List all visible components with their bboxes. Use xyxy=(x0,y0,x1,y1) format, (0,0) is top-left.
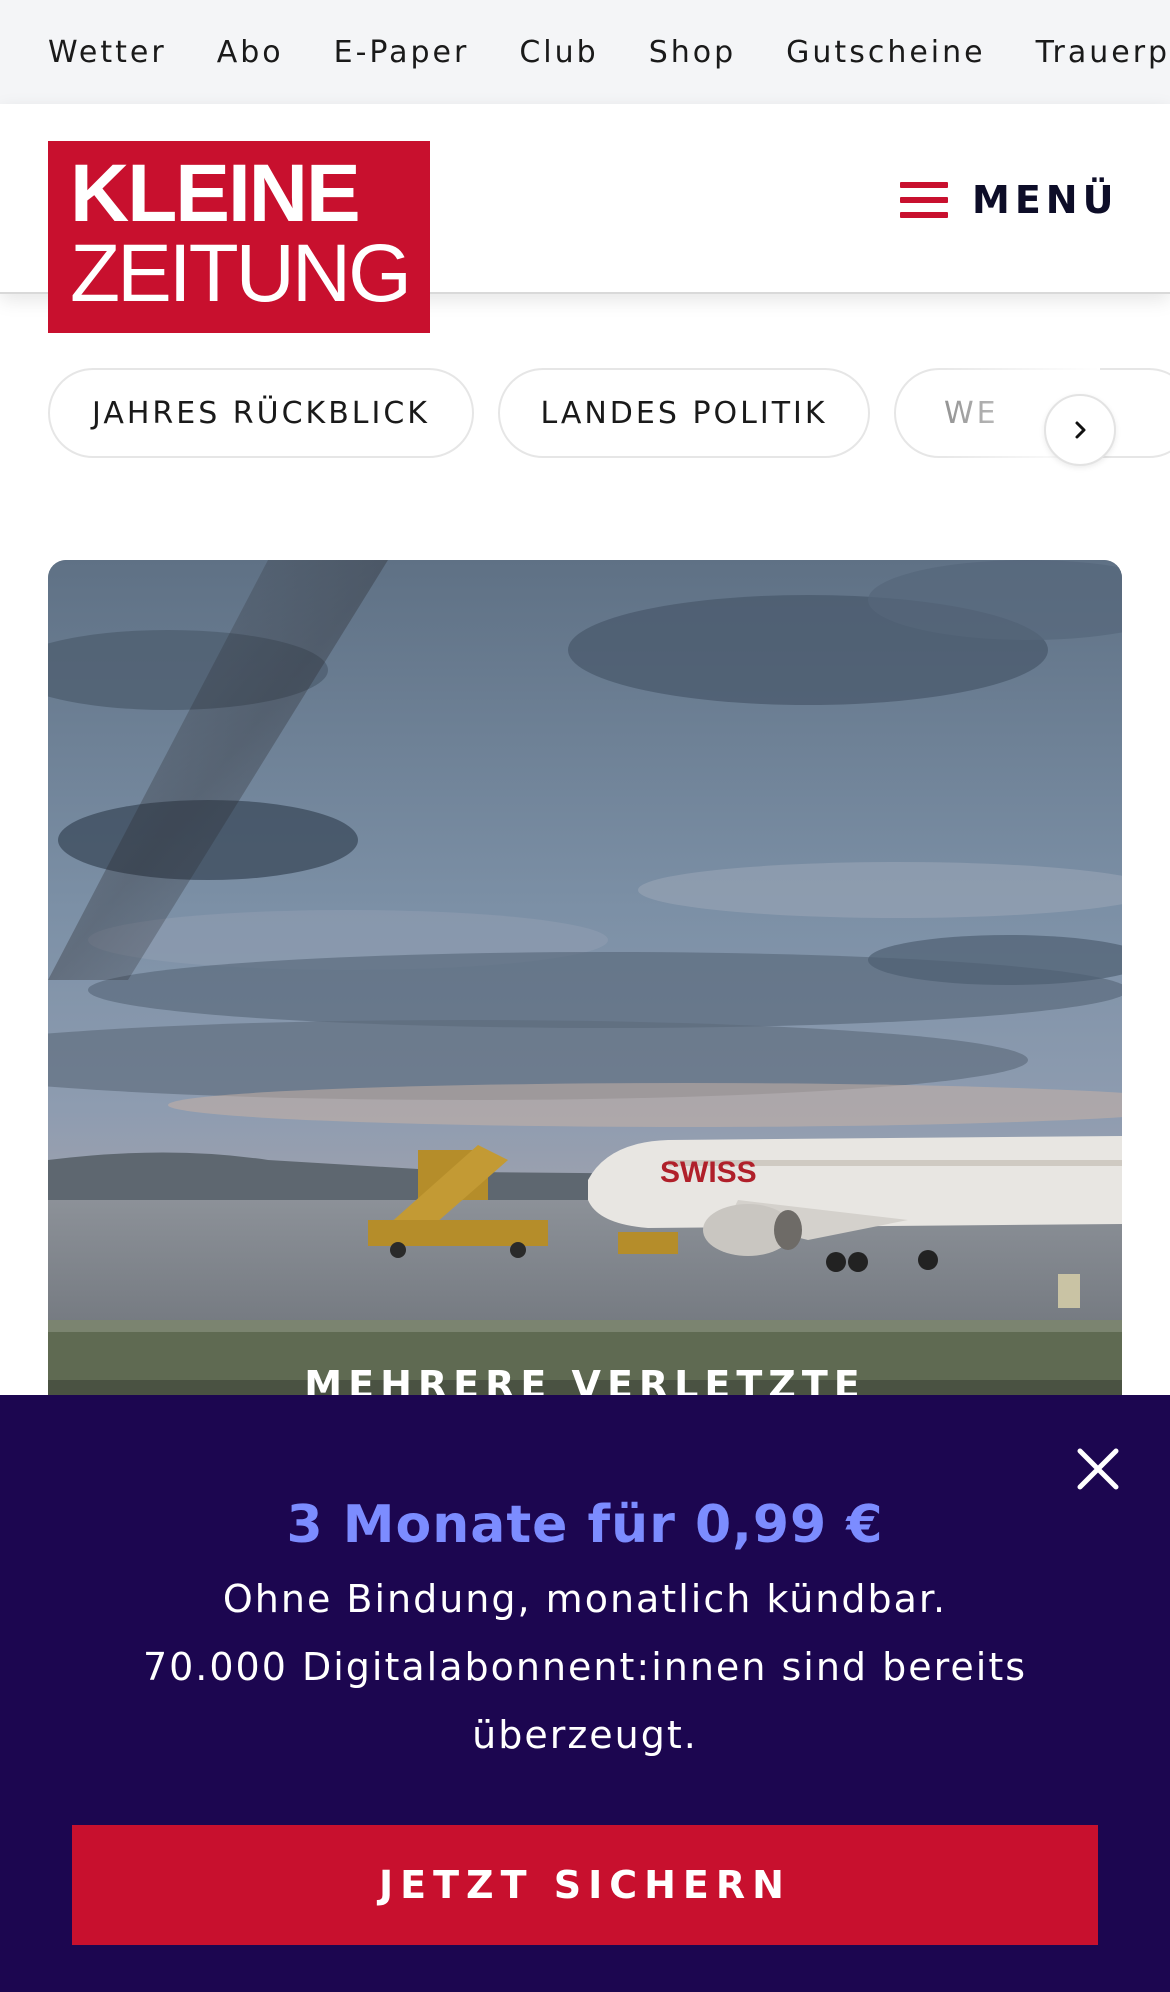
topic-pill-jahresrueckblick[interactable]: JAHRES RÜCKBLICK xyxy=(48,368,474,458)
topic-pills-row: JAHRES RÜCKBLICK LANDES POLITIK WE xyxy=(0,368,1170,460)
promo-text-line1: Ohne Bindung, monatlich kündbar. xyxy=(222,1577,948,1621)
top-nav-item-gutscheine[interactable]: Gutscheine xyxy=(786,35,985,70)
promo-text-line3: überzeugt. xyxy=(472,1713,698,1757)
logo-text-zeitung: ZEITUNG xyxy=(70,228,412,319)
subscribe-now-button[interactable]: JETZT SICHERN xyxy=(72,1825,1098,1945)
topic-pill-label: JAHRES RÜCKBLICK xyxy=(92,395,430,431)
top-utility-nav: Wetter Abo E-Paper Club Shop Gutscheine … xyxy=(0,0,1170,104)
topic-pill-landespolitik[interactable]: LANDES POLITIK xyxy=(498,368,870,458)
top-nav-item-trauerportal[interactable]: Trauerp xyxy=(1036,35,1170,70)
site-header: KLEINE ZEITUNG MENÜ xyxy=(0,104,1170,333)
top-nav-item-abo[interactable]: Abo xyxy=(217,35,284,70)
top-nav-item-shop[interactable]: Shop xyxy=(649,35,736,70)
site-logo[interactable]: KLEINE ZEITUNG xyxy=(48,141,430,333)
top-nav-item-club[interactable]: Club xyxy=(519,35,598,70)
promo-headline: 3 Monate für 0,99 € xyxy=(286,1495,884,1555)
menu-label: MENÜ xyxy=(972,178,1119,222)
top-nav-item-wetter[interactable]: Wetter xyxy=(48,35,167,70)
topic-pill-label: LANDES POLITIK xyxy=(540,395,828,431)
svg-text:SWISS: SWISS xyxy=(660,1156,757,1189)
logo-text-kleine: KLEINE xyxy=(70,148,361,239)
pills-next-button[interactable] xyxy=(1044,394,1116,466)
close-icon[interactable] xyxy=(1072,1443,1124,1495)
menu-button[interactable]: MENÜ xyxy=(900,170,1118,230)
subscription-promo-banner: 3 Monate für 0,99 € Ohne Bindung, monatl… xyxy=(0,1395,1170,1992)
top-nav-item-epaper[interactable]: E-Paper xyxy=(334,35,470,70)
hamburger-icon xyxy=(900,182,948,218)
chevron-right-icon xyxy=(1075,421,1086,439)
promo-text-line2: 70.000 Digitalabonnent:innen sind bereit… xyxy=(142,1645,1028,1689)
